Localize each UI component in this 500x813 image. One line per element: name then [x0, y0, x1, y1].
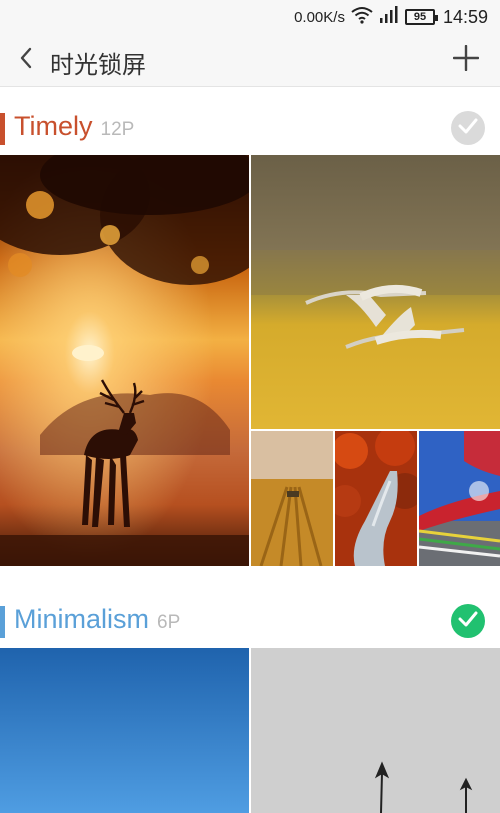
section-title: Minimalism 6P	[14, 604, 180, 635]
flying-cranes-image	[251, 155, 500, 429]
top-app-bar: 时光锁屏	[0, 34, 500, 87]
status-indicators: 0.00K/s 95 14:59	[294, 5, 488, 29]
check-icon	[458, 118, 478, 138]
deer-sunset-image	[0, 155, 249, 566]
blue-sky-photo[interactable]	[0, 648, 249, 813]
wheat-field-photo[interactable]	[251, 431, 333, 566]
section-title: Timely 12P	[14, 111, 134, 142]
battery-level: 95	[413, 11, 427, 23]
chevron-left-icon	[17, 46, 35, 74]
section-accent-bar	[0, 606, 5, 638]
section-accent-bar	[0, 113, 5, 145]
prayer-flags-photo[interactable]	[419, 431, 500, 566]
grey-posts-image	[251, 648, 500, 813]
select-toggle[interactable]	[451, 604, 485, 638]
clock: 14:59	[442, 6, 488, 27]
grey-posts-photo[interactable]	[251, 648, 500, 813]
section-header-timely[interactable]: Timely 12P	[0, 99, 500, 159]
status-bar: 0.00K/s 95 14:59	[0, 0, 500, 34]
red-forest-stream-image	[335, 431, 417, 566]
red-forest-stream-photo[interactable]	[335, 431, 417, 566]
page-title: 时光锁屏	[50, 51, 146, 79]
section-count: 6P	[157, 612, 181, 633]
section-name: Timely	[14, 111, 93, 141]
section-name: Minimalism	[14, 604, 149, 634]
battery-icon: 95	[404, 9, 438, 25]
add-button[interactable]	[450, 44, 482, 76]
blue-sky-image	[0, 648, 249, 813]
check-icon	[458, 611, 478, 631]
section-count: 12P	[100, 119, 135, 140]
select-toggle[interactable]	[451, 111, 485, 145]
plus-icon	[452, 44, 480, 75]
wheat-field-image	[251, 431, 333, 566]
back-button[interactable]	[10, 44, 42, 76]
signal-icon	[379, 5, 399, 29]
prayer-flags-image	[419, 431, 500, 566]
deer-sunset-photo[interactable]	[0, 155, 249, 566]
net-speed: 0.00K/s	[294, 8, 345, 26]
section-header-minimalism[interactable]: Minimalism 6P	[0, 592, 500, 652]
wifi-icon	[351, 6, 373, 29]
flying-cranes-photo[interactable]	[251, 155, 500, 429]
